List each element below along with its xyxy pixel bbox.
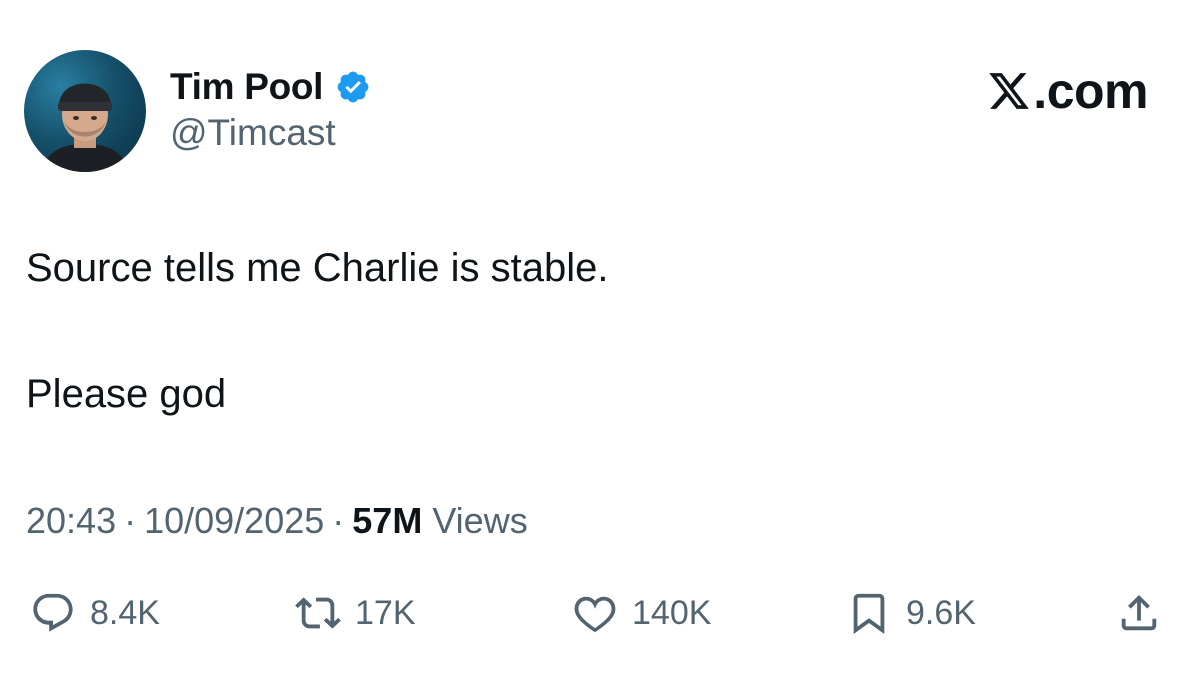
bookmark-icon: [853, 593, 885, 634]
bookmark-button[interactable]: 9.6K: [846, 588, 976, 638]
repost-button[interactable]: 17K: [295, 588, 416, 638]
tweet-time[interactable]: 20:43: [26, 500, 116, 542]
x-logo-icon: [989, 73, 1030, 109]
verified-badge-icon: [335, 69, 371, 105]
like-button[interactable]: 140K: [572, 588, 711, 638]
share-icon: [1121, 594, 1157, 631]
avatar-image: [42, 83, 128, 172]
tweet-card: Tim Pool @Timcast .com Source tells me C…: [0, 0, 1200, 700]
tweet-text-line-2: Please god: [26, 372, 227, 416]
avatar[interactable]: [24, 50, 146, 172]
bookmark-count: 9.6K: [906, 593, 976, 632]
heart-icon: [574, 596, 616, 633]
author-handle[interactable]: @Timcast: [170, 112, 336, 154]
tweet-date[interactable]: 10/09/2025: [144, 500, 324, 542]
views-count: 57M: [352, 500, 423, 541]
tweet-text-line-1: Source tells me Charlie is stable.: [26, 246, 609, 290]
meta-separator: ·: [332, 500, 345, 541]
display-name[interactable]: Tim Pool: [170, 66, 323, 108]
brand-logo: .com: [987, 62, 1148, 120]
action-bar: 8.4K 17K 140K 9.6K: [0, 588, 1200, 638]
reply-count: 8.4K: [90, 593, 160, 632]
brand-domain: .com: [1033, 63, 1148, 119]
tweet-meta: 20:43 · 10/09/2025 · 57M Views: [26, 500, 528, 542]
repost-icon: [295, 597, 341, 629]
views-label: Views: [432, 500, 528, 541]
like-count: 140K: [632, 593, 712, 632]
reply-icon: [33, 593, 73, 632]
meta-separator: ·: [124, 500, 137, 541]
author-name-row: Tim Pool: [170, 64, 371, 110]
share-button[interactable]: [1116, 588, 1162, 638]
reply-button[interactable]: 8.4K: [30, 588, 160, 638]
repost-count: 17K: [355, 593, 416, 632]
